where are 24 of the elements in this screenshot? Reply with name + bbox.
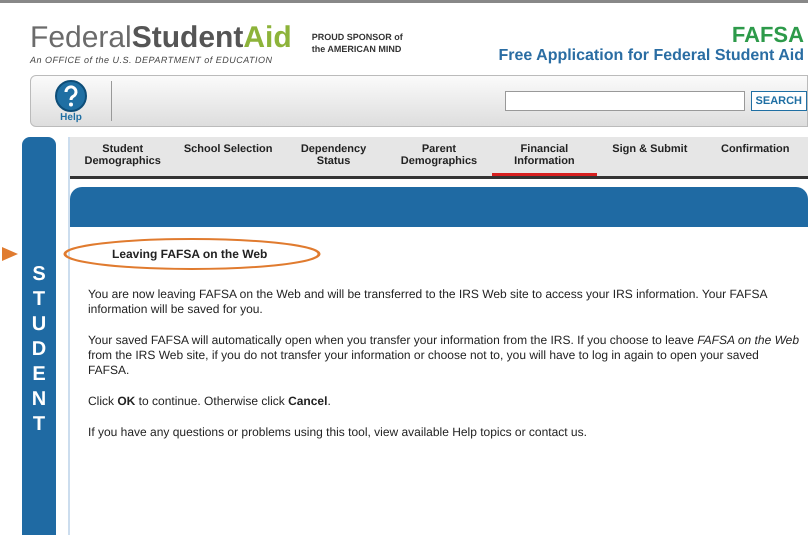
step-tab[interactable]: Sign & Submit <box>597 137 703 176</box>
paragraph: Your saved FAFSA will automatically open when you transfer your information from the IRS. If you choose to leave FAFSA on the Web from the IRS Web site, if you do not transfer your information or choose not to, you will have to log in again to open your saved FAFSA. <box>88 333 800 378</box>
site-title: Free Application for Federal Student Aid <box>498 47 804 65</box>
search-field[interactable] <box>504 91 745 111</box>
paragraph: If you have any questions or problems using this tool, view available Help topics or contact us. <box>88 425 588 440</box>
search-button[interactable]: SEARCH <box>750 91 807 111</box>
step-tab[interactable]: Dependency Status <box>280 137 386 176</box>
fafsa-logo: FAFSA <box>730 23 804 47</box>
page-heading: Leaving FAFSA on the Web <box>111 247 268 261</box>
step-tab[interactable]: Student Demographics <box>70 137 176 176</box>
pointer-arrow-icon <box>2 247 18 261</box>
help-icon <box>55 80 87 112</box>
step-tab[interactable]: Financial Information <box>492 137 598 176</box>
step-tab[interactable]: Parent Demographics <box>386 137 492 176</box>
logo-tagline: An OFFICE of the U.S. DEPARTMENT of EDUCATION <box>30 55 274 65</box>
side-label: STUDENT <box>30 262 48 437</box>
paragraph: You are now leaving FAFSA on the Web and will be transferred to the IRS Web site to access your IRS information. Your FAFSA information will be saved for you. <box>88 287 768 317</box>
paragraph: Click OK to continue. Otherwise click Cancel. <box>88 394 332 409</box>
step-tab[interactable]: School Selection <box>175 137 281 176</box>
logo-wordmark: FederalStudentAid <box>30 23 292 53</box>
help-link[interactable]: Help <box>31 80 111 122</box>
sponsor-text: PROUD SPONSOR of <box>312 31 403 43</box>
sponsor-text: the AMERICAN MIND <box>312 43 402 55</box>
step-tab[interactable]: Confirmation <box>702 137 808 176</box>
